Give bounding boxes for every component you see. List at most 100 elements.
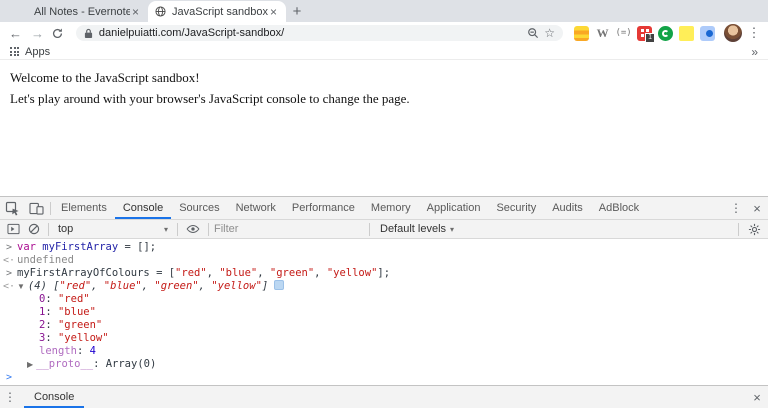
globe-favicon-icon xyxy=(155,6,166,17)
notes-extension-icon[interactable] xyxy=(574,25,590,41)
log-levels-selector[interactable]: Default levels ▾ xyxy=(375,223,459,235)
console-sidebar-toggle-icon[interactable] xyxy=(4,223,22,235)
drawer-menu-icon[interactable]: ⋮ xyxy=(0,386,20,408)
profile-avatar[interactable] xyxy=(724,24,743,42)
bookmark-star-icon[interactable]: ☆ xyxy=(544,27,555,39)
object-preview-badge-icon[interactable] xyxy=(274,280,285,290)
inspect-element-icon[interactable] xyxy=(0,197,24,219)
device-toolbar-icon[interactable] xyxy=(24,197,48,219)
devtools-tab-audits[interactable]: Audits xyxy=(544,197,591,219)
tab-title: All Notes - Evernote xyxy=(34,5,130,18)
blue-extension-icon[interactable] xyxy=(700,25,716,41)
new-tab-button[interactable]: + xyxy=(286,0,308,22)
lock-icon[interactable] xyxy=(84,28,93,39)
input-marker-icon: > xyxy=(6,268,13,279)
console-token: "red" xyxy=(175,267,207,279)
tab-close-icon[interactable]: × xyxy=(268,5,279,19)
console-row-input: > var myFirstArray = []; xyxy=(0,241,768,254)
console-row-input: > myFirstArrayOfColours = ["red", "blue",… xyxy=(0,267,768,280)
devtools-tab-sources[interactable]: Sources xyxy=(171,197,227,219)
console-token: var xyxy=(17,241,43,253)
sticky-note-extension-icon[interactable] xyxy=(679,25,695,41)
forward-button[interactable]: → xyxy=(29,27,46,40)
console-token: "green" xyxy=(57,319,103,331)
browser-window: All Notes - Evernote × JavaScript sandbo… xyxy=(0,0,768,408)
devtools-tab-console[interactable]: Console xyxy=(114,197,172,219)
devtools-close-icon[interactable]: × xyxy=(746,197,768,219)
console-token: "yellow" xyxy=(211,280,262,292)
console-token: "yellow" xyxy=(326,267,378,279)
levels-label: Default levels xyxy=(380,223,447,235)
expander-open-icon[interactable]: ▼ xyxy=(17,282,25,291)
chevron-down-icon: ▾ xyxy=(163,224,168,234)
devtools-tab-adblock[interactable]: AdBlock xyxy=(591,197,647,219)
bookmarks-overflow-icon[interactable]: » xyxy=(751,45,758,59)
console-row-child-expandable: ▶ __proto__: Array(0) xyxy=(0,358,768,371)
tab-title: JavaScript sandbox xyxy=(172,5,268,18)
console-row-child: 2: "green" xyxy=(0,319,768,332)
green-circle-extension-icon[interactable] xyxy=(658,25,674,41)
console-token: "blue" xyxy=(103,280,142,292)
browser-toolbar: ← → danielpuiatti.com/JavaScript-sandbox… xyxy=(0,22,768,44)
context-label: top xyxy=(58,223,74,235)
url-text[interactable]: danielpuiatti.com/JavaScript-sandbox/ xyxy=(99,27,521,39)
console-token: "yellow" xyxy=(57,332,109,344)
address-bar[interactable]: danielpuiatti.com/JavaScript-sandbox/ ☆ xyxy=(75,25,564,41)
browser-tab-evernote[interactable]: All Notes - Evernote × xyxy=(10,1,148,22)
console-token: : xyxy=(45,319,58,331)
devtools-tab-performance[interactable]: Performance xyxy=(284,197,363,219)
console-row-output: <· undefined xyxy=(0,254,768,267)
w-extension-icon[interactable]: W xyxy=(595,26,610,41)
tab-close-icon[interactable]: × xyxy=(130,5,141,19)
console-token: : xyxy=(45,293,58,305)
adblock-extension-icon[interactable]: 1 xyxy=(637,25,656,43)
browser-tab-javascript-sandbox[interactable]: JavaScript sandbox × xyxy=(148,1,286,22)
reload-button[interactable] xyxy=(51,27,68,40)
console-token: , xyxy=(91,280,104,292)
console-token: length xyxy=(39,345,77,357)
console-toolbar: top ▾ Default levels ▾ xyxy=(0,220,768,239)
devtools-tab-application[interactable]: Application xyxy=(419,197,489,219)
devtools-tab-elements[interactable]: Elements xyxy=(53,197,115,219)
console-token: , xyxy=(257,267,270,279)
devtools-settings-gear-icon[interactable] xyxy=(744,223,764,236)
console-token: ]; xyxy=(377,267,391,279)
back-button[interactable]: ← xyxy=(7,27,24,40)
apps-label[interactable]: Apps xyxy=(25,46,50,58)
browser-menu-icon[interactable]: ⋮ xyxy=(747,25,761,41)
console-token: , xyxy=(314,267,327,279)
apps-grid-icon[interactable] xyxy=(10,47,19,56)
console-token: : xyxy=(76,345,90,357)
console-row-child: 3: "yellow" xyxy=(0,332,768,345)
drawer-close-icon[interactable]: × xyxy=(746,386,768,408)
console-token: 4 xyxy=(89,345,96,357)
console-token: myFirstArray xyxy=(42,241,119,253)
code-extension-icon[interactable]: (=) xyxy=(615,26,631,41)
live-expression-eye-icon[interactable] xyxy=(183,224,203,234)
console-token: "green" xyxy=(269,267,315,279)
drawer-tab-console[interactable]: Console xyxy=(24,386,85,408)
console-filter-input[interactable] xyxy=(214,223,364,235)
devtools-tab-network[interactable]: Network xyxy=(228,197,284,219)
console-token: "red" xyxy=(57,293,90,305)
console-token: "red" xyxy=(59,280,92,292)
zoom-indicator-icon[interactable] xyxy=(527,27,539,39)
execution-context-selector[interactable]: top ▾ xyxy=(54,223,172,235)
extensions-row: W (=) 1 xyxy=(574,25,716,43)
console-token: __proto__ xyxy=(36,358,94,370)
expander-closed-icon[interactable]: ▶ xyxy=(27,360,33,369)
chevron-down-icon: ▾ xyxy=(450,224,455,234)
page-content: Welcome to the JavaScript sandbox! Let's… xyxy=(0,60,768,196)
console-row-prompt[interactable]: > xyxy=(0,371,768,384)
console-row-output: <· ▼ (4) ["red", "blue", "green", "yellow"… xyxy=(0,280,768,293)
devtools-menu-icon[interactable]: ⋮ xyxy=(726,197,746,219)
console-token: myFirstArrayOfColours = [ xyxy=(17,267,176,279)
console-row-child: 1: "blue" xyxy=(0,306,768,319)
devtools-tab-security[interactable]: Security xyxy=(488,197,544,219)
devtools-tab-memory[interactable]: Memory xyxy=(363,197,419,219)
console-token: ] xyxy=(261,280,269,292)
console-token: (4) [ xyxy=(27,280,60,292)
devtools-tabs: Elements Console Sources Network Performance… xyxy=(53,197,647,219)
page-text-line1: Welcome to the JavaScript sandbox! xyxy=(10,70,200,85)
clear-console-icon[interactable] xyxy=(25,223,43,235)
